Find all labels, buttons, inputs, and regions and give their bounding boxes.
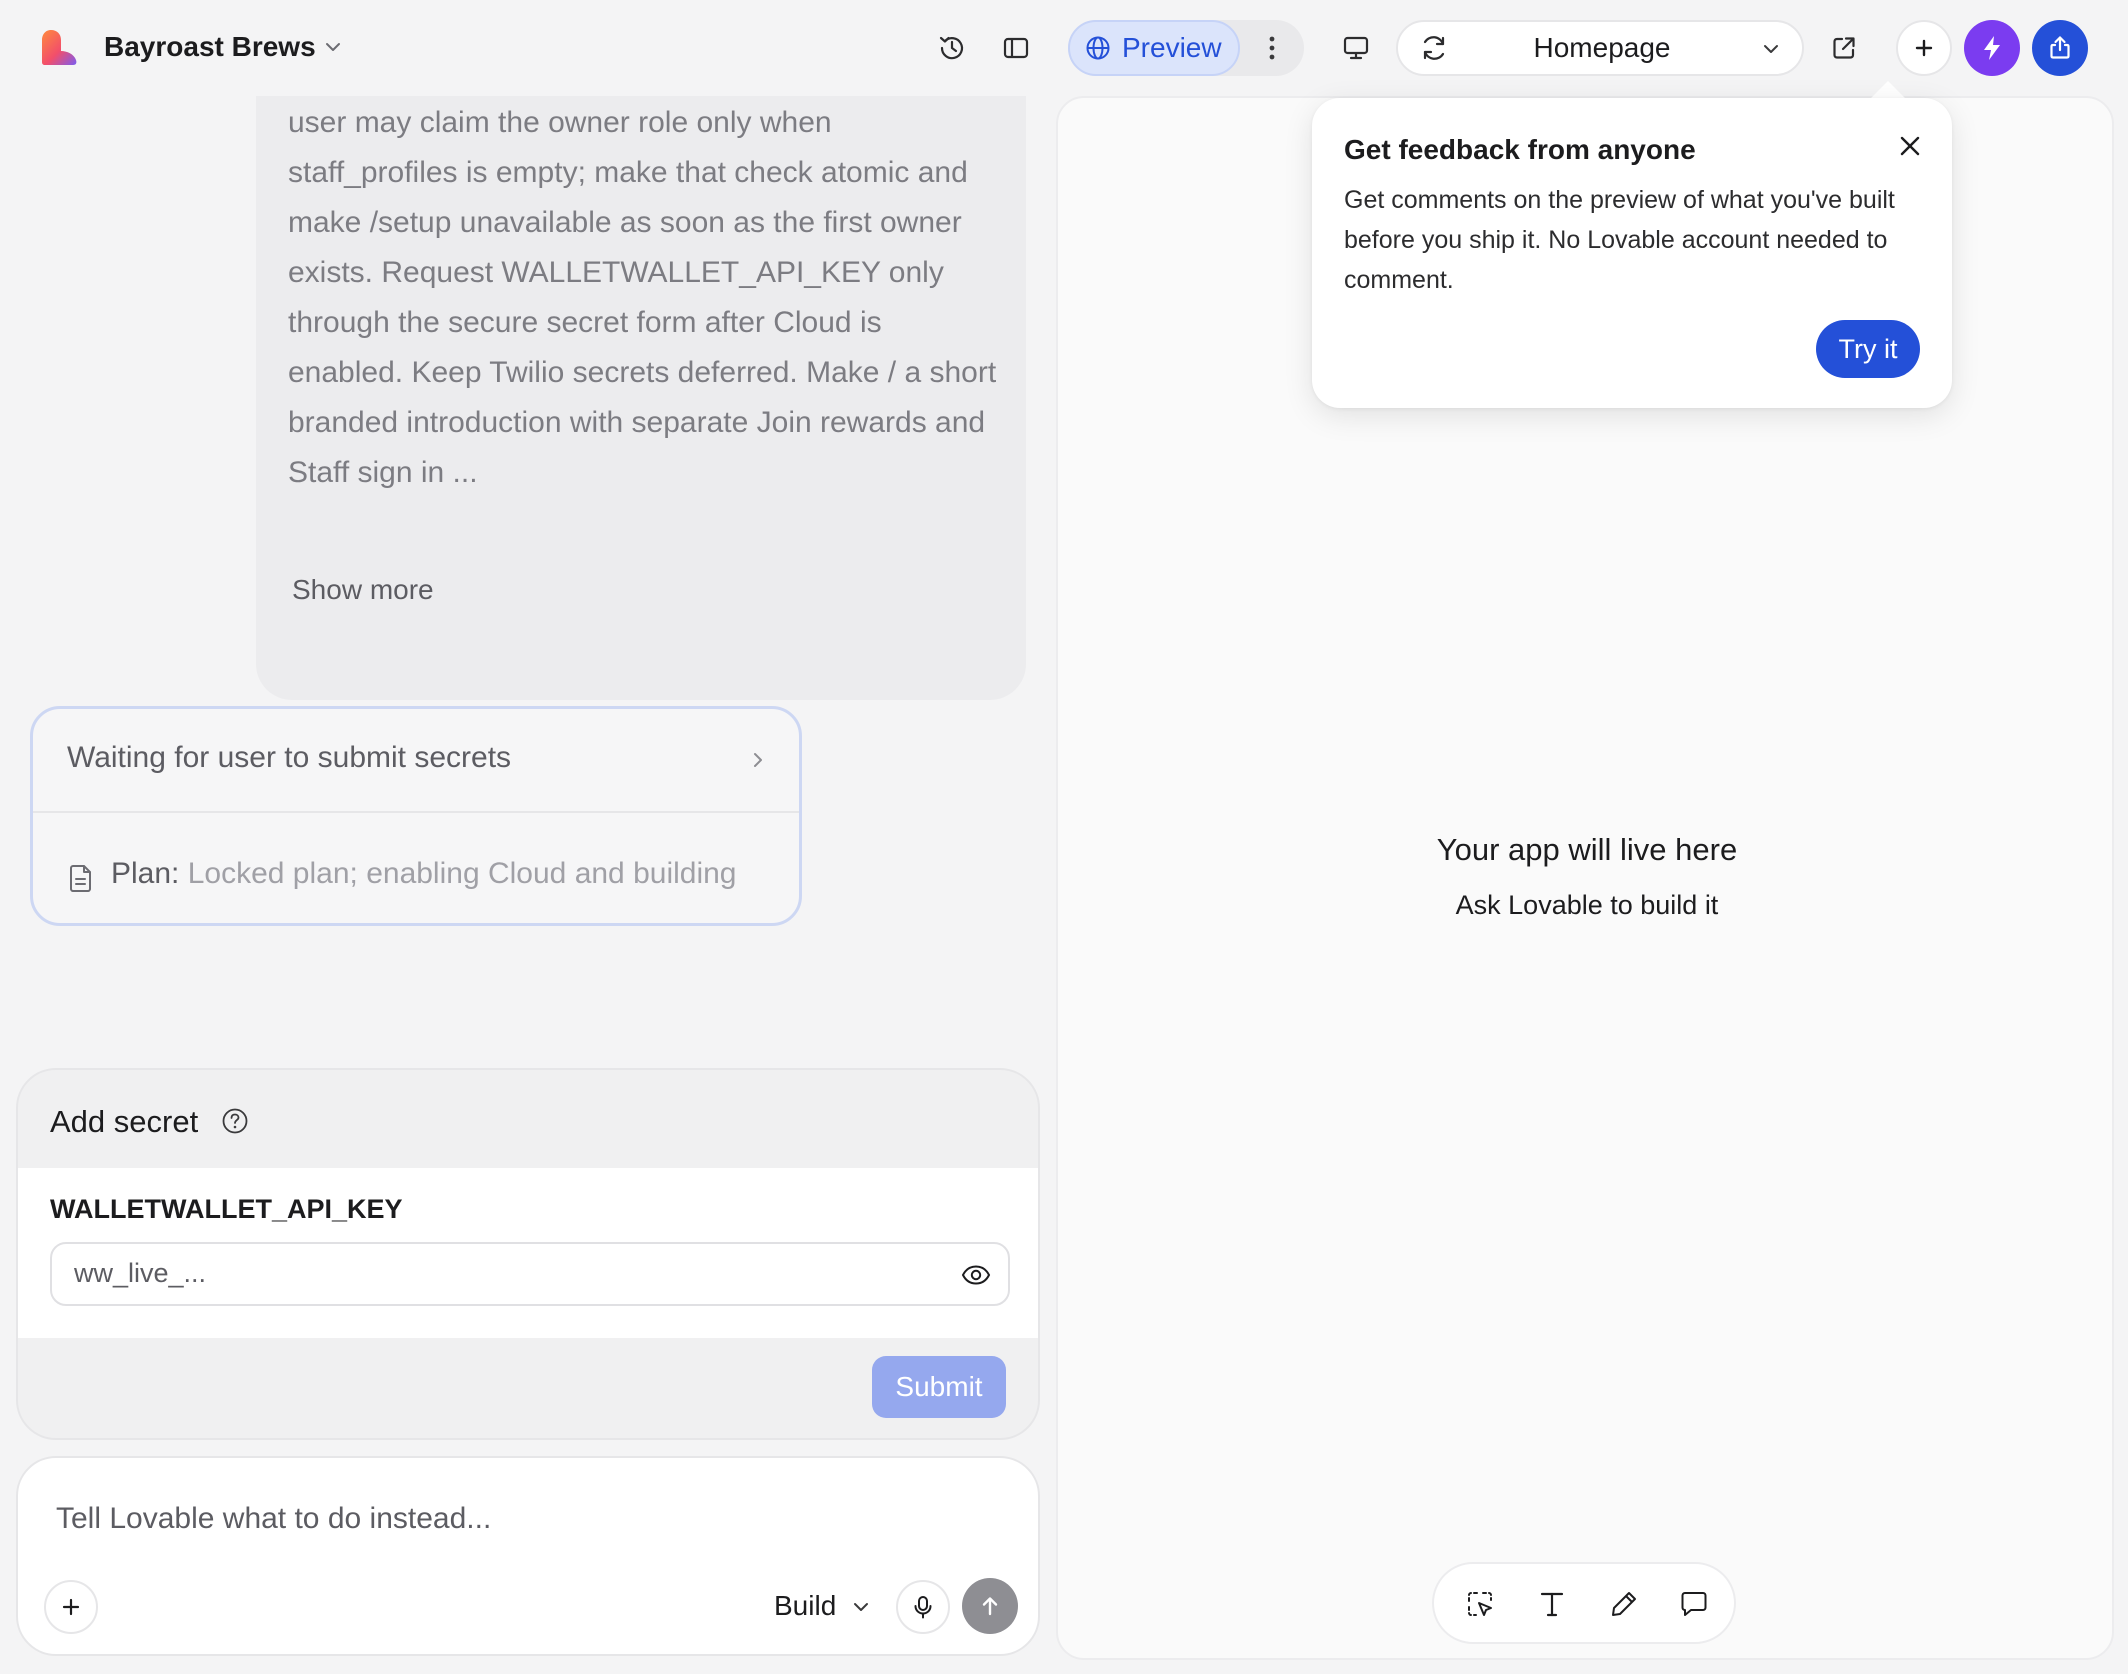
feedback-popover: Get feedback from anyone Get comments on…: [1312, 98, 1952, 408]
external-link-icon[interactable]: [1824, 28, 1864, 68]
bolt-icon[interactable]: [1964, 20, 2020, 76]
chevron-right-icon: [754, 753, 762, 767]
composer-input[interactable]: Tell Lovable what to do instead...: [56, 1502, 491, 1536]
sidebar-toggle-icon[interactable]: [996, 28, 1036, 68]
plus-icon[interactable]: [1896, 20, 1952, 76]
user-message-text: Use a one-time owner bootstrap: an authe…: [288, 106, 997, 489]
preview-toggle-group: Preview: [1068, 20, 1304, 76]
secret-value-input[interactable]: ww_live_...: [50, 1242, 1010, 1306]
microphone-icon[interactable]: [896, 1580, 950, 1634]
attach-plus-icon[interactable]: [44, 1580, 98, 1634]
plan-line: Plan: Locked plan; enabling Cloud and bu…: [111, 857, 737, 891]
history-icon[interactable]: [932, 28, 972, 68]
globe-icon: [1086, 36, 1110, 60]
text-icon[interactable]: [1532, 1584, 1572, 1624]
pencil-icon[interactable]: [1604, 1584, 1644, 1624]
share-icon[interactable]: [2032, 20, 2088, 76]
plan-label: Plan:: [111, 857, 180, 890]
add-secret-card: Add secret WALLETWALLET_API_KEY ww_live_…: [16, 1068, 1040, 1440]
show-more-link[interactable]: Show more: [292, 574, 434, 606]
top-bar: Bayroast Brews Preview Homepage: [0, 0, 2128, 96]
popover-body: Get comments on the preview of what you'…: [1344, 186, 1895, 294]
chat-panel: Use a one-time owner bootstrap: an authe…: [0, 96, 1052, 1674]
empty-state-subtitle: Ask Lovable to build it: [1455, 890, 1719, 920]
project-name[interactable]: Bayroast Brews: [104, 28, 316, 66]
eye-icon[interactable]: [960, 1260, 992, 1290]
preview-tab[interactable]: Preview: [1068, 20, 1240, 76]
file-icon: [70, 865, 91, 892]
popover-title: Get feedback from anyone: [1344, 134, 1696, 165]
desktop-icon[interactable]: [1336, 28, 1376, 68]
secret-value-text: ww_live_...: [74, 1258, 207, 1288]
secret-body: WALLETWALLET_API_KEY ww_live_...: [18, 1168, 1038, 1338]
preview-label: Preview: [1122, 32, 1222, 63]
annotation-toolbar: [1432, 1562, 1736, 1644]
submit-button[interactable]: Submit: [872, 1356, 1006, 1418]
add-secret-title: Add secret: [50, 1104, 199, 1139]
secret-key-name: WALLETWALLET_API_KEY: [50, 1194, 403, 1224]
mode-select[interactable]: Build: [774, 1590, 836, 1622]
chevron-down-icon[interactable]: [850, 1596, 872, 1618]
arrow-up-icon[interactable]: [962, 1578, 1018, 1634]
route-label: Homepage: [1533, 32, 1671, 63]
comment-icon[interactable]: [1674, 1584, 1714, 1624]
logo-icon[interactable]: [40, 28, 78, 66]
status-row[interactable]: Waiting for user to submit secrets: [33, 709, 799, 813]
user-message-bubble: Use a one-time owner bootstrap: an authe…: [256, 96, 1026, 700]
select-element-icon[interactable]: [1460, 1584, 1500, 1624]
empty-state-title: Your app will live here: [1436, 832, 1738, 867]
plan-value: Locked plan; enabling Cloud and building: [187, 857, 737, 890]
try-it-button[interactable]: Try it: [1816, 320, 1920, 378]
route-select[interactable]: Homepage: [1396, 20, 1804, 76]
status-card: Waiting for user to submit secrets Plan:…: [30, 706, 802, 926]
more-vertical-icon[interactable]: [1252, 28, 1292, 68]
status-title: Waiting for user to submit secrets: [67, 741, 512, 774]
close-icon[interactable]: [1896, 132, 1924, 160]
chat-composer: Tell Lovable what to do instead... Build: [16, 1456, 1040, 1656]
chevron-down-icon: [1764, 45, 1778, 53]
chevron-down-icon[interactable]: [322, 36, 344, 58]
help-icon[interactable]: [220, 1106, 250, 1136]
